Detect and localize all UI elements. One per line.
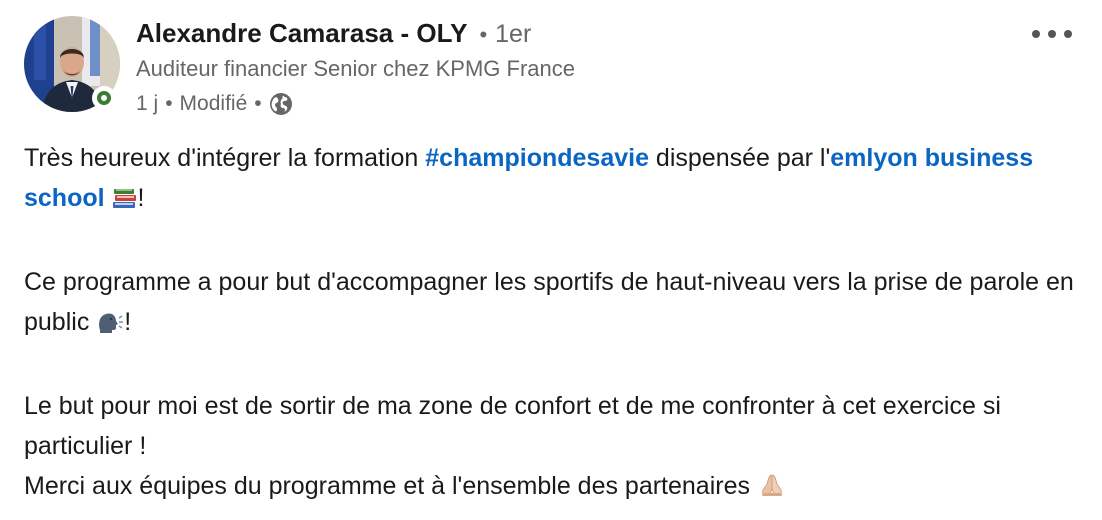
post-body: Très heureux d'intégrer la formation #ch…: [24, 138, 1074, 510]
speaking-head-emoji: [96, 306, 124, 346]
post-text: Ce programme a pour but d'accompagner le…: [24, 268, 1074, 336]
post-time: 1 j: [136, 92, 159, 115]
post-text: !: [137, 184, 145, 212]
post-text: Merci aux équipes du programme et à l'en…: [24, 472, 750, 500]
connection-degree: 1er: [495, 20, 532, 48]
online-status-badge: [92, 86, 116, 110]
author-headline: Auditeur financier Senior chez KPMG Fran…: [136, 56, 575, 81]
post-text: dispensée par l': [648, 144, 831, 172]
more-horizontal-icon: [1032, 30, 1040, 38]
globe-icon: [269, 92, 293, 116]
post-paragraph-2: Ce programme a pour but d'accompagner le…: [24, 262, 1074, 346]
more-horizontal-icon: [1064, 30, 1072, 38]
more-horizontal-icon: [1048, 30, 1056, 38]
status-indicator: [97, 91, 111, 105]
books-emoji: [112, 182, 138, 222]
post-meta: 1 j • Modifié •: [136, 88, 575, 120]
post-paragraph-1: Très heureux d'intégrer la formation #ch…: [24, 138, 1074, 222]
edited-label: Modifié: [179, 92, 248, 115]
post-text: Très heureux d'intégrer la formation: [24, 144, 426, 172]
separator-dot: •: [165, 92, 173, 115]
post-text: !: [124, 308, 132, 336]
feed-post: Alexandre Camarasa - OLY • 1er Auditeur …: [0, 0, 1102, 520]
post-paragraph-3: Le but pour moi est de sortir de ma zone…: [24, 386, 1074, 510]
folded-hands-emoji: [757, 470, 787, 510]
hashtag-link[interactable]: #championdesavie: [425, 144, 649, 172]
more-options-button[interactable]: [1028, 20, 1076, 48]
author-name-line: Alexandre Camarasa - OLY • 1er: [136, 18, 575, 54]
post-text: Le but pour moi est de sortir de ma zone…: [24, 392, 1001, 460]
separator-dot: •: [479, 22, 488, 47]
author-name[interactable]: Alexandre Camarasa - OLY: [136, 18, 467, 49]
separator-dot: •: [254, 92, 262, 115]
post-header: Alexandre Camarasa - OLY • 1er Auditeur …: [136, 18, 575, 120]
